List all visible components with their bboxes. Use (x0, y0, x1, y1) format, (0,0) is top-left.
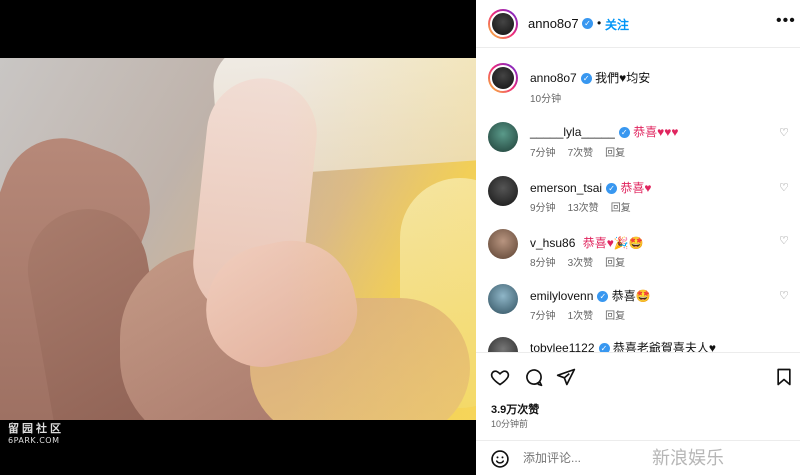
comment-text: emerson_tsai ✓ 恭喜♥ (530, 179, 652, 196)
site-watermark: 新浪娱乐 (652, 448, 724, 469)
comment-time: 7分钟 (530, 148, 556, 159)
comment-text: v_hsu86 恭喜♥🎉🤩 (530, 234, 644, 251)
verified-icon: ✓ (606, 183, 618, 195)
comment-time: 9分钟 (530, 203, 556, 214)
verified-icon: ✓ (597, 291, 609, 303)
watermark-cn: 留园社区 (8, 422, 64, 435)
like-count[interactable]: 3.9万次赞 (491, 401, 539, 417)
reply-button[interactable]: 回复 (605, 311, 625, 322)
comment-like-count[interactable]: 13次赞 (568, 203, 599, 214)
comment-like-count[interactable]: 1次赞 (568, 311, 594, 322)
heart-icon[interactable]: ♡ (779, 289, 789, 302)
follow-button[interactable]: 关注 (605, 16, 629, 33)
post-header: anno8o7 ✓ • 关注 ••• (476, 0, 800, 48)
author-username[interactable]: anno8o7 (528, 16, 579, 31)
comment-meta: 8分钟 3次赞 回复 (530, 254, 637, 269)
add-comment-bar (476, 440, 800, 475)
emoji-icon[interactable] (490, 449, 510, 469)
comment-like-count[interactable]: 3次赞 (568, 258, 594, 269)
caption-username[interactable]: anno8o7 (530, 71, 577, 85)
comment-time: 7分钟 (530, 311, 556, 322)
caption-body: 我們♥均安 (595, 71, 651, 85)
photo-overlay (0, 58, 476, 420)
comment-meta: 7分钟 1次赞 回复 (530, 307, 637, 322)
verified-icon: ✓ (582, 18, 593, 29)
caption-avatar[interactable] (488, 63, 518, 93)
comment-avatar[interactable] (488, 229, 518, 259)
comment-body: 恭喜♥🎉🤩 (582, 236, 644, 250)
comment-body: 恭喜♥ (620, 181, 652, 195)
comment-meta: 9分钟 13次赞 回复 (530, 199, 643, 214)
add-comment-input[interactable] (523, 451, 673, 465)
heart-icon[interactable]: ♡ (779, 126, 789, 139)
comment-meta: 7分钟 7次赞 回复 (530, 144, 637, 159)
comment-avatar[interactable] (488, 176, 518, 206)
heart-icon[interactable]: ♡ (779, 234, 789, 247)
post-photo (0, 58, 476, 420)
comment-avatar[interactable] (488, 284, 518, 314)
post-actions (476, 352, 800, 400)
post-photo-panel: 留园社区 6PARK.COM (0, 0, 476, 475)
comment-username[interactable]: emerson_tsai (530, 181, 602, 195)
comment-username[interactable]: tobylee1122 (530, 341, 595, 352)
comment-text: emilylovenn ✓ 恭喜🤩 (530, 287, 651, 304)
watermark-en: 6PARK.COM (8, 436, 60, 445)
comment-body: 恭喜♥♥♥ (633, 125, 679, 139)
comment-icon[interactable] (524, 367, 544, 387)
photo-watermark: 留园社区 6PARK.COM (8, 420, 64, 445)
verified-icon: ✓ (598, 343, 610, 352)
comment-text: _____lyla_____ ✓ 恭喜♥♥♥ (530, 123, 678, 140)
comment-body: 恭喜老爺賀喜夫人♥ (612, 341, 716, 352)
reply-button[interactable]: 回复 (605, 258, 625, 269)
save-icon[interactable] (774, 367, 794, 387)
comment-username[interactable]: _____lyla_____ (530, 125, 615, 139)
comments-list: anno8o7 ✓ 我們♥均安 10分钟 _____lyla_____ ✓ 恭喜♥♥… (476, 49, 800, 352)
more-icon[interactable]: ••• (776, 12, 796, 30)
caption-time: 10分钟 (530, 94, 562, 105)
verified-icon: ✓ (580, 73, 592, 85)
comment-body: 恭喜🤩 (611, 289, 651, 303)
comment-text: tobylee1122 ✓ 恭喜老爺賀喜夫人♥ (530, 339, 716, 352)
reply-button[interactable]: 回复 (611, 203, 631, 214)
comment-like-count[interactable]: 7次赞 (568, 148, 594, 159)
comment-avatar[interactable] (488, 122, 518, 152)
comment-username[interactable]: v_hsu86 (530, 236, 575, 250)
caption-text: anno8o7 ✓ 我們♥均安 (530, 69, 650, 86)
caption-meta: 10分钟 (530, 90, 573, 105)
header-dot: • (597, 16, 602, 30)
heart-icon[interactable] (490, 367, 510, 387)
post-side-panel: anno8o7 ✓ • 关注 ••• anno8o7 ✓ 我們♥均安 10分钟 _… (476, 0, 800, 475)
share-icon[interactable] (556, 367, 576, 387)
post-timestamp: 10分钟前 (491, 419, 529, 429)
reply-button[interactable]: 回复 (605, 148, 625, 159)
comment-avatar[interactable] (488, 337, 518, 352)
comment-time: 8分钟 (530, 258, 556, 269)
comment-username[interactable]: emilylovenn (530, 289, 593, 303)
heart-icon[interactable]: ♡ (779, 181, 789, 194)
verified-icon: ✓ (618, 127, 630, 139)
author-avatar[interactable] (488, 9, 518, 39)
